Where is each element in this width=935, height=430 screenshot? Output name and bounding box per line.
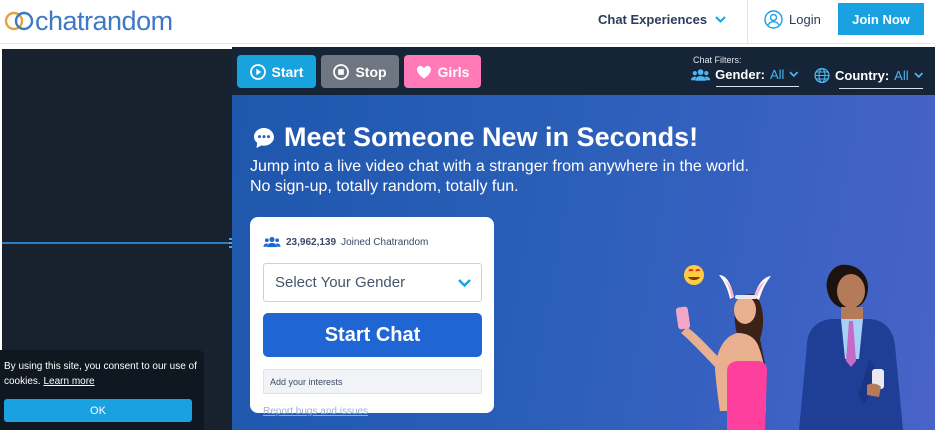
country-filter-label: Country: xyxy=(834,68,890,83)
login-label: Login xyxy=(789,12,821,27)
interests-input[interactable]: Add your interests xyxy=(263,369,482,394)
heart-icon xyxy=(416,65,431,78)
user-icon xyxy=(764,10,783,29)
globe-icon xyxy=(814,67,830,84)
login-link[interactable]: Login xyxy=(764,10,821,29)
gender-filter-label: Gender: xyxy=(715,67,765,82)
hero-subtitle: Jump into a live video chat with a stran… xyxy=(250,157,770,197)
chevron-down-icon xyxy=(789,71,799,78)
chat-experiences-label: Chat Experiences xyxy=(598,12,708,27)
join-now-button[interactable]: Join Now xyxy=(838,3,924,35)
users-icon xyxy=(691,68,711,81)
play-icon xyxy=(249,63,266,80)
country-filter[interactable]: Country: All xyxy=(814,67,923,89)
chevron-down-icon xyxy=(458,278,471,287)
chat-experiences-menu[interactable]: Chat Experiences xyxy=(598,12,726,27)
gender-filter-value: All xyxy=(769,67,785,82)
gender-filter[interactable]: Gender: All xyxy=(691,67,799,87)
hero-subtitle-line-2: No sign-up, totally random, totally fun. xyxy=(250,178,519,195)
gender-select[interactable]: Select Your Gender xyxy=(263,263,482,302)
stop-button[interactable]: Stop xyxy=(321,55,399,88)
gender-filter-underline xyxy=(716,86,799,87)
start-chat-card: 23,962,139 Joined Chatrandom Select Your… xyxy=(250,217,494,417)
chevron-down-icon xyxy=(913,72,923,79)
country-filter-underline xyxy=(839,88,923,89)
logo[interactable]: chatrandom xyxy=(4,5,173,36)
stop-icon xyxy=(333,63,350,80)
man-figure xyxy=(799,264,903,430)
cookie-learn-more-link[interactable]: Learn more xyxy=(43,376,94,387)
joined-counter: 23,962,139 Joined Chatrandom xyxy=(263,236,428,248)
woman-figure xyxy=(675,275,771,430)
cookie-message: By using this site, you consent to our u… xyxy=(4,361,197,387)
hero-subtitle-line-1: Jump into a live video chat with a stran… xyxy=(250,158,749,175)
chat-toolbar: Start Stop Girls Chat Filters: Gender: A… xyxy=(232,47,935,95)
hero-section: Meet Someone New in Seconds! Jump into a… xyxy=(232,95,935,430)
chat-filters-label: Chat Filters: xyxy=(693,55,742,65)
country-filter-value: All xyxy=(894,68,909,83)
cookie-banner: By using this site, you consent to our u… xyxy=(0,350,204,430)
start-label: Start xyxy=(271,63,304,80)
girls-button[interactable]: Girls xyxy=(404,55,481,88)
users-icon xyxy=(263,236,281,248)
chevron-down-icon xyxy=(715,16,726,23)
start-button[interactable]: Start xyxy=(237,55,316,88)
chat-bubbles-logo-icon xyxy=(4,11,34,31)
site-header: chatrandom Chat Experiences Login Join N… xyxy=(0,0,935,44)
logo-text: chatrandom xyxy=(35,5,173,36)
cookie-ok-button[interactable]: OK xyxy=(4,399,192,422)
report-bugs-link[interactable]: Report bugs and issues xyxy=(263,406,368,417)
joined-text: Joined Chatrandom xyxy=(341,236,429,248)
hero-people-image xyxy=(675,264,903,430)
hero-title: Meet Someone New in Seconds! xyxy=(252,122,698,153)
girls-label: Girls xyxy=(437,63,470,80)
chat-bubble-icon xyxy=(254,127,274,148)
cookie-text: By using this site, you consent to our u… xyxy=(4,359,200,389)
start-chat-button[interactable]: Start Chat xyxy=(263,313,482,357)
heart-eyes-emoji-icon xyxy=(684,265,704,285)
video-divider xyxy=(2,242,232,244)
joined-count: 23,962,139 xyxy=(286,236,337,248)
stop-label: Stop xyxy=(355,63,387,80)
gender-select-placeholder: Select Your Gender xyxy=(275,274,406,291)
header-divider xyxy=(747,0,748,44)
hero-title-text: Meet Someone New in Seconds! xyxy=(284,122,699,152)
